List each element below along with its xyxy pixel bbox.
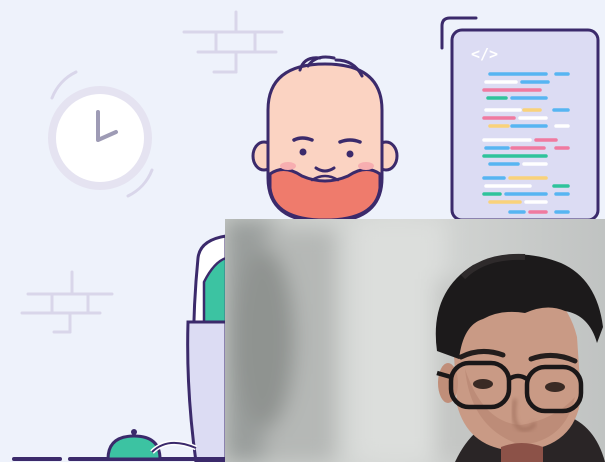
webcam-video-overlay	[225, 219, 605, 462]
brick-icon	[182, 10, 284, 74]
brick-icon	[20, 270, 114, 334]
clock-icon	[48, 70, 154, 198]
code-editor-panel: </>	[440, 16, 600, 222]
code-icon: </>	[471, 45, 498, 63]
